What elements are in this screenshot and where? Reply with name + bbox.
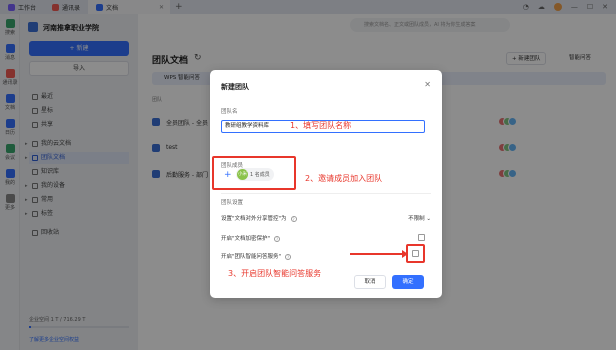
help-icon[interactable]: ? (285, 253, 292, 260)
setting-label: 开启"团队智能问答服务" (221, 254, 282, 260)
add-member-icon[interactable]: + (224, 170, 232, 180)
avatar: 小米 (237, 169, 248, 180)
setting-encryption: 开启"文档加密保护"? (221, 234, 431, 242)
members-highlight: 团队成员 + 小米 1 名成员 (212, 156, 296, 190)
dialog-title: 新建团队 (221, 83, 249, 91)
select-value: 不限制 (408, 216, 425, 222)
help-icon[interactable]: ? (290, 215, 297, 222)
annotation-step1: 1、填写团队名称 (290, 121, 352, 130)
settings-label: 团队设置 (221, 200, 244, 206)
setting-label: 开启"文档加密保护" (221, 236, 271, 242)
team-name-label: 团队名 (221, 109, 238, 115)
help-icon[interactable]: ? (274, 235, 281, 242)
setting-share-control: 设置"文档对外分享管控"为? 不限制 ⌄ (221, 214, 431, 222)
chevron-down-icon: ⌄ (426, 216, 431, 222)
member-count: 1 名成员 (250, 172, 270, 178)
encryption-checkbox[interactable] (418, 234, 425, 241)
close-icon[interactable]: ✕ (424, 80, 431, 89)
annotation-arrow (350, 250, 408, 258)
setting-label: 设置"文档对外分享管控"为 (221, 216, 287, 222)
share-control-select[interactable]: 不限制 ⌄ (408, 214, 431, 222)
annotation-step2: 2、邀请成员加入团队 (305, 174, 383, 183)
annotation-step3: 3、开启团队智能问答服务 (228, 269, 322, 278)
cancel-button[interactable]: 取消 (354, 275, 386, 289)
divider (221, 193, 431, 194)
new-team-dialog: 新建团队 ✕ 团队名 教研组教学资料库 1、填写团队名称 团队成员 + 小米 1… (210, 70, 442, 298)
member-chip[interactable]: 小米 1 名成员 (236, 168, 274, 181)
confirm-button[interactable]: 确定 (392, 275, 424, 289)
smart-qa-checkbox[interactable] (412, 250, 419, 257)
